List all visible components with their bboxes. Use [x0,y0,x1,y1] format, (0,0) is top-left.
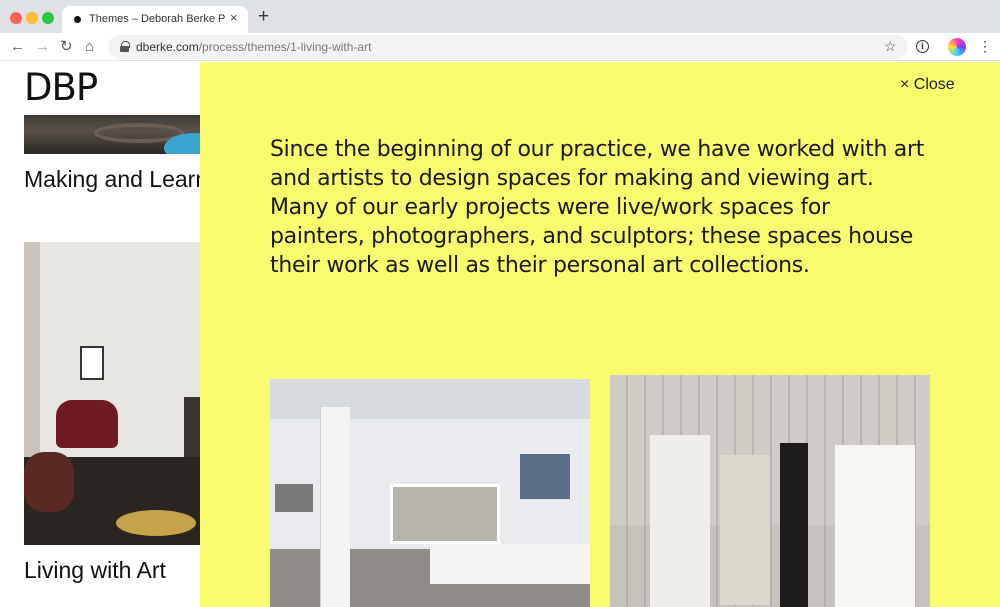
url-path: /process/themes/1-living-with-art [198,40,372,54]
living-with-art-image[interactable] [24,242,204,545]
star-icon[interactable]: ☆ [884,38,897,55]
url-host: dberke.com [136,40,199,54]
menu-icon[interactable]: ⋮ [978,38,992,54]
image-detail [720,455,770,605]
theme-overlay-panel: × Close Since the beginning of our pract… [200,62,1000,607]
image-detail [275,484,313,512]
site-logo[interactable]: DBP [24,66,98,109]
browser-tab-bar: Themes – Deborah Berke Partners × + [0,0,1000,33]
reload-icon[interactable]: ↻ [60,38,73,56]
making-and-learning-image[interactable] [24,115,204,154]
favicon-icon [74,16,81,23]
profile-avatar[interactable] [948,38,966,56]
close-button[interactable]: × Close [900,76,955,94]
image-detail [80,346,104,380]
image-detail [835,445,915,607]
image-detail [650,435,710,607]
art-storage-photo [610,375,930,607]
image-detail [24,452,74,512]
intro-paragraph: Since the beginning of our practice, we … [270,137,925,278]
image-detail [56,400,118,448]
window-minimize-button[interactable] [26,12,38,24]
section-title-living-with-art[interactable]: Living with Art [24,557,166,584]
lock-icon [120,41,130,52]
browser-tab[interactable]: Themes – Deborah Berke Partners × [62,6,248,33]
url-text: dberke.com/process/themes/1-living-with-… [136,40,371,54]
page-content: DBP Making and Learning Living with Art … [0,62,1000,607]
back-icon[interactable]: ← [10,38,25,56]
image-detail [270,379,590,419]
info-icon[interactable]: i [916,40,929,53]
window-close-button[interactable] [10,12,22,24]
browser-toolbar: ← → ↻ ⌂ dberke.com/process/themes/1-livi… [0,33,1000,61]
home-icon[interactable]: ⌂ [85,38,94,56]
address-bar[interactable]: dberke.com/process/themes/1-living-with-… [108,35,908,59]
image-detail [520,454,570,499]
tab-close-icon[interactable]: × [230,11,238,25]
tab-title: Themes – Deborah Berke Partners [89,13,225,25]
new-tab-button[interactable]: + [258,7,269,27]
window-maximize-button[interactable] [42,12,54,24]
image-detail [780,443,808,607]
image-detail [390,484,500,544]
image-detail [430,544,590,584]
studio-photo [270,379,590,607]
image-detail [116,510,196,536]
image-detail [320,407,350,607]
forward-icon[interactable]: → [35,38,50,56]
